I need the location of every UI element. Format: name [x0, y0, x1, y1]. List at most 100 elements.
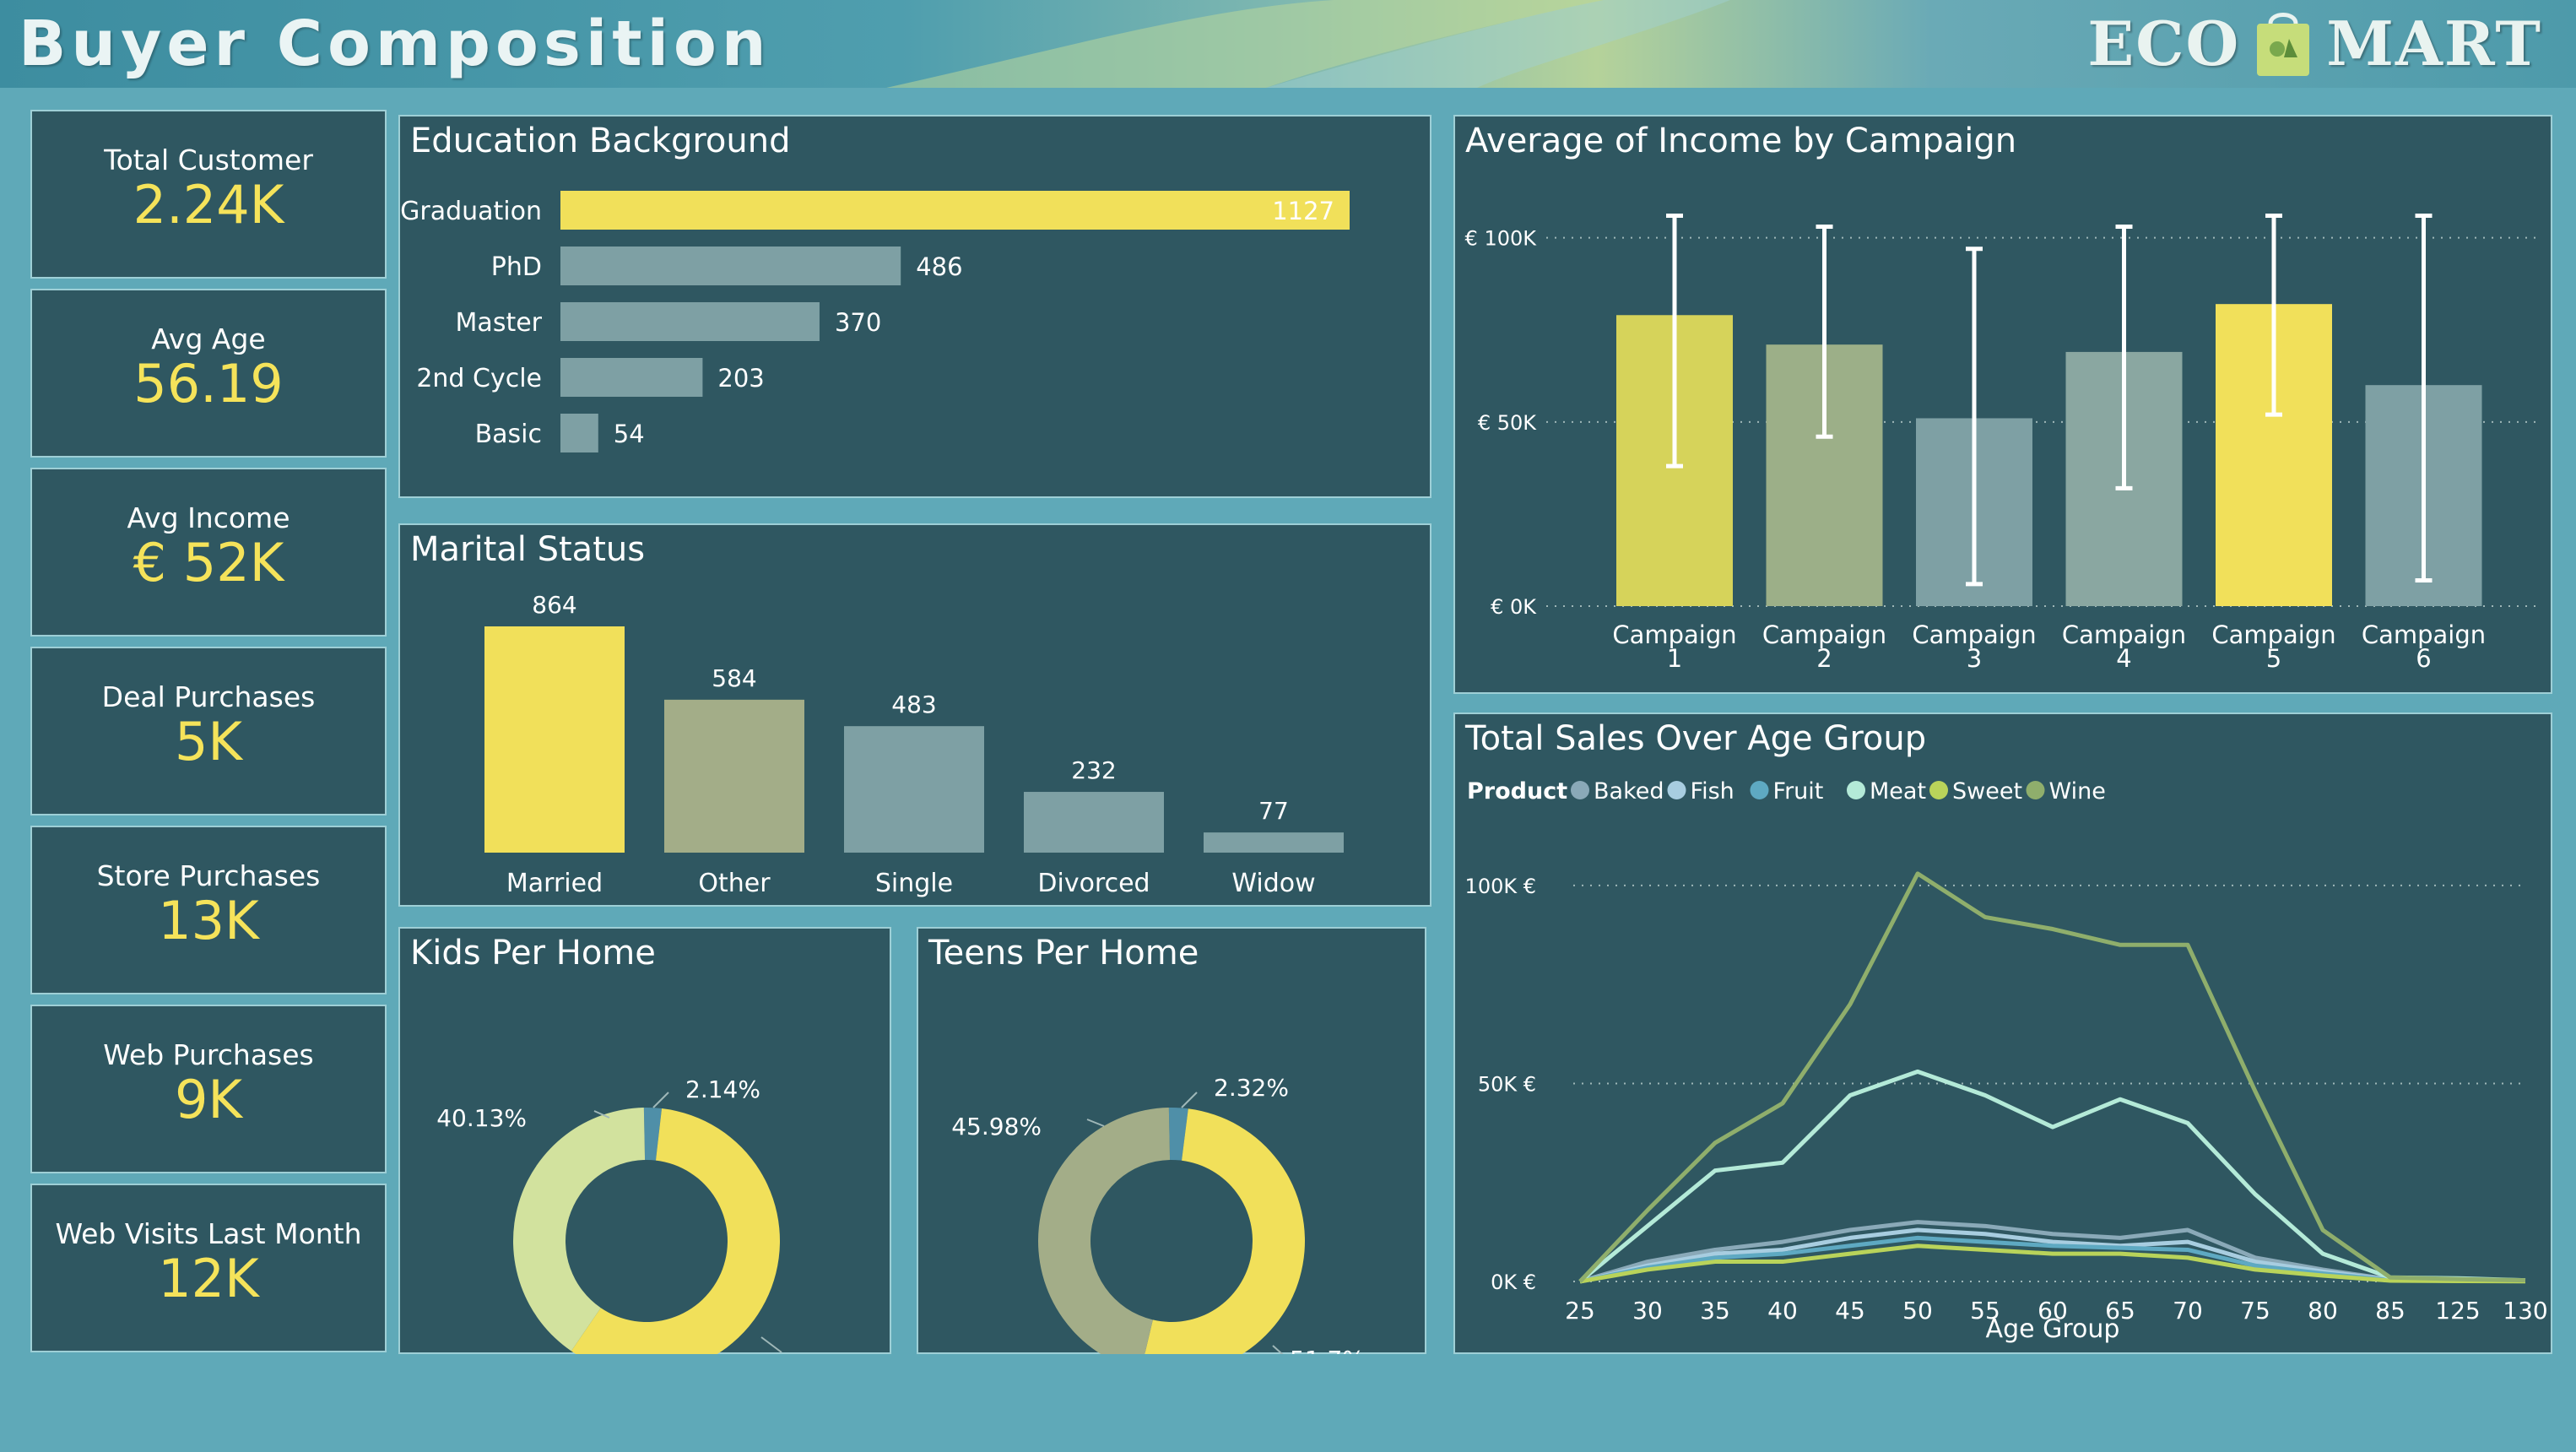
teens-donut-chart: 51.7% 45.98% 2.32%	[951, 1074, 1365, 1354]
sales-xtick-label: 25	[1565, 1297, 1595, 1325]
income-ytick-label: € 100K	[1465, 227, 1538, 251]
legend-title: Product	[1467, 778, 1567, 805]
donut-percent-label: 40.13%	[436, 1104, 527, 1132]
kpi-value: 12K	[158, 1248, 259, 1309]
marital-category-label: Married	[506, 869, 603, 898]
sales-xtick-label: 45	[1835, 1297, 1865, 1325]
education-bar[interactable]	[560, 247, 901, 285]
income-category-label: 6	[2416, 644, 2431, 673]
kpi-value: 56.19	[133, 353, 284, 414]
sales-panel: Total Sales Over Age Group Product Baked F…	[1453, 712, 2552, 1354]
marital-bar[interactable]	[1204, 832, 1344, 853]
legend-label[interactable]: Wine	[2049, 778, 2106, 805]
kpi-label: Avg Age	[151, 322, 266, 355]
legend-swatch	[1929, 781, 1948, 799]
legend-swatch	[1571, 781, 1589, 799]
marital-bar[interactable]	[844, 726, 984, 853]
education-category-label: Master	[456, 308, 543, 338]
ecomart-logo: ECO MART	[2087, 7, 2542, 79]
income-chart: € 0K€ 50K€ 100KCampaign1Campaign2Campaig…	[1465, 213, 2540, 673]
income-category-label: 4	[2116, 644, 2131, 673]
legend-label[interactable]: Meat	[1870, 778, 1926, 805]
kpi-value: 2.24K	[133, 174, 284, 236]
education-value-label: 54	[614, 420, 645, 448]
panel-title: Kids Per Home	[410, 934, 656, 973]
legend-label[interactable]: Sweet	[1952, 778, 2022, 805]
income-category-label: 3	[1967, 644, 1982, 673]
sales-line-chart: Product Baked Fish Fruit Meat Sweet Wine 0K € 50…	[1465, 778, 2548, 1344]
education-category-label: 2nd Cycle	[416, 364, 542, 393]
sales-series-line[interactable]	[1578, 871, 2526, 1283]
kids-panel: Kids Per Home 57.72%40.13%2.14%	[398, 927, 891, 1354]
marital-value-label: 584	[712, 664, 756, 692]
shopping-bag-icon	[2257, 13, 2310, 76]
marital-bar[interactable]	[1024, 792, 1164, 853]
income-ytick-label: € 50K	[1478, 411, 1537, 435]
education-bar[interactable]	[560, 191, 1350, 230]
marital-chart: 864 Married 584 Other 483 Single 232 Divorced 77…	[484, 591, 1344, 898]
legend-label[interactable]: Fish	[1691, 778, 1734, 805]
kpi-value: 9K	[174, 1069, 243, 1130]
donut-leader-line	[1181, 1092, 1198, 1108]
kpi-card-web-visits: Web Visits Last Month 12K	[30, 1184, 387, 1352]
legend-swatch	[1750, 781, 1769, 799]
page-title: Buyer Composition	[19, 8, 771, 80]
marital-bar[interactable]	[484, 626, 625, 853]
marital-bar[interactable]	[664, 699, 804, 853]
education-value-label: 370	[835, 308, 881, 337]
donut-leader-line	[1086, 1119, 1105, 1127]
education-chart: Graduation 1127 PhD 486 Master 370 2nd Cycle 20…	[400, 191, 1350, 452]
legend-label[interactable]: Baked	[1594, 778, 1664, 805]
sales-xtick-label: 80	[2308, 1297, 2338, 1325]
sales-xtick-label: 130	[2503, 1297, 2547, 1325]
education-value-label: 1127	[1272, 197, 1334, 225]
logo-word-left: ECO	[2087, 7, 2241, 79]
income-category-label: 1	[1667, 644, 1682, 673]
sales-xtick-label: 30	[1632, 1297, 1663, 1325]
education-bar[interactable]	[560, 414, 598, 452]
sales-xtick-label: 50	[1902, 1297, 1933, 1325]
income-ytick-label: € 0K	[1491, 595, 1537, 619]
kpi-label: Web Visits Last Month	[55, 1217, 362, 1250]
education-bar[interactable]	[560, 302, 820, 341]
marital-value-label: 77	[1258, 797, 1289, 825]
marital-value-label: 864	[532, 591, 576, 619]
donut-slice[interactable]	[1038, 1108, 1171, 1354]
education-bar[interactable]	[560, 358, 703, 397]
teens-panel: Teens Per Home 51.7% 45.98% 2.32%	[917, 927, 1426, 1354]
sales-ytick-label: 0K €	[1491, 1270, 1536, 1294]
kpi-label: Deal Purchases	[101, 680, 316, 713]
panel-title: Marital Status	[410, 530, 646, 569]
sales-xtick-label: 125	[2435, 1297, 2480, 1325]
legend-swatch	[1847, 781, 1865, 799]
panel-title: Average of Income by Campaign	[1465, 122, 2017, 160]
kpi-card-store-purchases: Store Purchases 13K	[30, 826, 387, 994]
sales-xtick-label: 40	[1767, 1297, 1798, 1325]
donut-percent-label: 2.32%	[1214, 1074, 1289, 1102]
donut-percent-label: 45.98%	[951, 1113, 1042, 1140]
marital-value-label: 232	[1071, 756, 1116, 784]
marital-category-label: Widow	[1231, 869, 1315, 898]
marital-value-label: 483	[891, 691, 936, 718]
legend-label[interactable]: Fruit	[1773, 778, 1824, 805]
kpi-card-avg-income: Avg Income € 52K	[30, 468, 387, 637]
kpi-card-total-customer: Total Customer 2.24K	[30, 110, 387, 279]
income-category-label: 5	[2266, 644, 2281, 673]
donut-percent-label: 2.14%	[685, 1075, 760, 1103]
donut-percent-label: 51.7%	[1290, 1346, 1365, 1354]
dashboard: Buyer Composition ECO MART Total Custome…	[0, 0, 2576, 1452]
marital-panel: Marital Status 864 Married 584 Other 483 Sing…	[398, 523, 1431, 907]
kpi-value: 5K	[174, 711, 243, 772]
donut-slice[interactable]	[512, 1108, 646, 1352]
income-panel: Average of Income by Campaign € 0K € 50K €…	[1453, 115, 2552, 694]
kids-donut-chart: 57.72%40.13%2.14%	[436, 1075, 782, 1354]
kpi-label: Total Customer	[104, 144, 313, 176]
education-value-label: 486	[916, 252, 962, 281]
marital-category-label: Other	[698, 869, 771, 898]
kpi-label: Store Purchases	[96, 859, 321, 892]
sales-xtick-label: 75	[2240, 1297, 2270, 1325]
donut-leader-line	[760, 1336, 782, 1353]
donut-leader-line	[1272, 1345, 1284, 1354]
legend-swatch	[1667, 781, 1686, 799]
marital-category-label: Divorced	[1037, 869, 1150, 898]
